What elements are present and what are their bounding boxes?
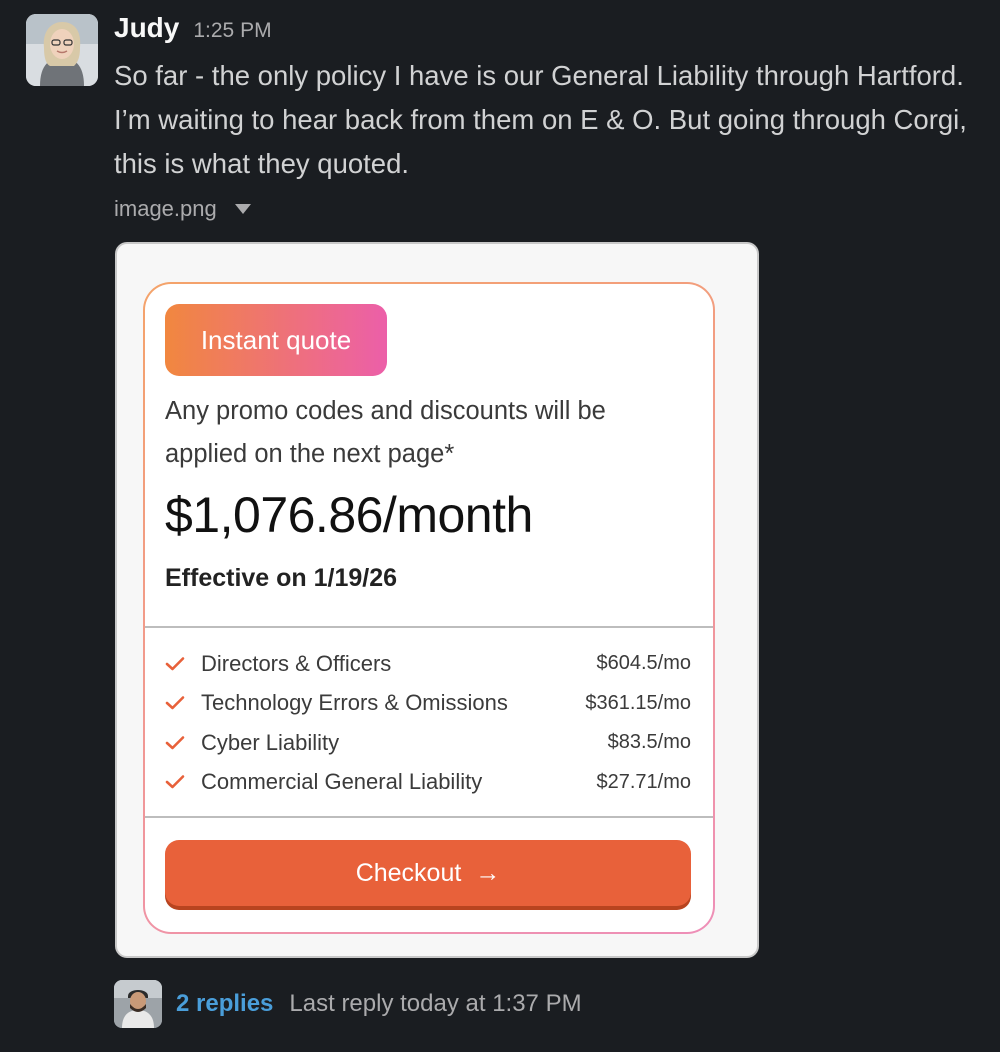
- quote-price: $1,076.86/month: [165, 487, 533, 543]
- divider: [145, 626, 713, 628]
- check-icon: [165, 656, 191, 672]
- instant-quote-badge: Instant quote: [165, 304, 387, 376]
- author-avatar-image: [26, 14, 98, 86]
- coverage-price: $604.5/mo: [596, 652, 691, 675]
- coverage-price: $361.15/mo: [585, 691, 691, 714]
- message-timestamp[interactable]: 1:25 PM: [193, 19, 271, 43]
- message-header: Judy 1:25 PM: [114, 12, 272, 44]
- divider: [145, 816, 713, 818]
- caret-down-icon[interactable]: [234, 204, 251, 214]
- last-reply-text: Last reply today at 1:37 PM: [289, 990, 582, 1017]
- quote-card: Instant quote Any promo codes and discou…: [143, 282, 715, 934]
- replier-avatar-image: [114, 980, 162, 1028]
- coverage-name: Directors & Officers: [201, 650, 392, 676]
- check-icon: [165, 695, 191, 711]
- coverage-row: Technology Errors & Omissions $361.15/mo: [165, 684, 691, 724]
- attachment-image[interactable]: Instant quote Any promo codes and discou…: [115, 242, 759, 958]
- check-icon: [165, 735, 191, 751]
- coverage-price: $83.5/mo: [607, 731, 691, 754]
- coverage-name: Technology Errors & Omissions: [201, 690, 508, 716]
- coverage-row: Commercial General Liability $27.71/mo: [165, 763, 691, 803]
- coverage-name: Cyber Liability: [201, 729, 340, 755]
- thread-replies: 2 replies Last reply today at 1:37 PM: [114, 980, 582, 1028]
- replier-avatar[interactable]: [114, 980, 162, 1028]
- checkout-label: Checkout: [355, 858, 462, 887]
- replies-link[interactable]: 2 replies: [176, 990, 273, 1018]
- arrow-right-icon: →: [475, 858, 501, 887]
- attachment-filename-toggle[interactable]: image.png: [114, 196, 251, 222]
- checkout-button: Checkout →: [165, 840, 691, 906]
- attachment-filename: image.png: [114, 196, 217, 221]
- message-text: So far - the only policy I have is our G…: [114, 60, 967, 179]
- effective-date: Effective on 1/19/26: [165, 564, 398, 592]
- author-name[interactable]: Judy: [114, 12, 179, 44]
- coverage-list: Directors & Officers $604.5/mo Technolog…: [165, 644, 691, 802]
- check-icon: [165, 774, 191, 790]
- promo-text: Any promo codes and discounts will be ap…: [165, 397, 606, 468]
- quote-card-body: Instant quote Any promo codes and discou…: [145, 284, 713, 932]
- coverage-row: Directors & Officers $604.5/mo: [165, 644, 691, 684]
- coverage-price: $27.71/mo: [596, 770, 691, 793]
- author-avatar[interactable]: [26, 14, 98, 86]
- coverage-name: Commercial General Liability: [201, 769, 483, 795]
- coverage-row: Cyber Liability $83.5/mo: [165, 723, 691, 763]
